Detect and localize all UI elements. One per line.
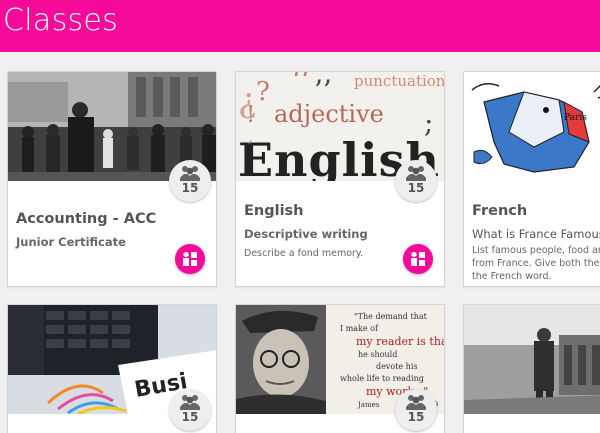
member-count-badge: 15 (169, 160, 211, 202)
class-subtitle: What is France Famous (472, 227, 600, 241)
description-line: the French word. (472, 271, 552, 282)
member-count: 15 (181, 181, 199, 195)
member-count: 15 (407, 410, 425, 424)
class-subtitle: Junior Certificate (16, 235, 126, 249)
class-card-business[interactable]: Busi 15 (7, 304, 217, 433)
svg-text:!: ! (246, 102, 255, 128)
classes-page: Classes 15 Accounting - ACC Junior Certi… (0, 0, 600, 433)
member-count-badge: 15 (169, 389, 211, 431)
class-title: English (244, 203, 304, 219)
add-to-dashboard-button[interactable] (403, 244, 433, 274)
add-to-dashboard-button[interactable] (175, 244, 205, 274)
svg-text:?: ? (256, 77, 270, 107)
quote-line: "The demand that (354, 312, 428, 321)
class-card-accounting[interactable]: 15 Accounting - ACC Junior Certificate (7, 71, 217, 287)
member-count-badge: 15 (395, 389, 437, 431)
image-word-paris: Paris (564, 113, 587, 123)
quote-line: I make of (340, 324, 379, 333)
quote-line: he should (358, 350, 397, 359)
description-line: from France. Give both the F (472, 258, 600, 269)
class-card-french[interactable]: Paris French What is France Famous List … (463, 71, 600, 287)
image-word-punctuation: punctuation (354, 72, 444, 90)
add-dashboard-icon (411, 252, 425, 266)
description-line: List famous people, food an (472, 245, 600, 256)
member-count: 15 (181, 410, 199, 424)
page-title: Classes (3, 3, 119, 38)
class-card-literature[interactable]: "The demand that I make of my reader is … (235, 304, 445, 433)
app-header: Classes (0, 0, 600, 52)
add-dashboard-icon (183, 252, 197, 266)
quote-line: James (357, 401, 380, 409)
people-icon (180, 166, 200, 181)
class-card-english[interactable]: ¿ ? ‘‘ ’’ punctuation ! adjective ; Engl… (235, 71, 445, 287)
svg-text:,: , (248, 130, 252, 146)
class-description: Describe a fond memory. (244, 248, 364, 259)
class-image-history (464, 305, 600, 414)
svg-text:‘‘: ‘‘ (292, 72, 310, 97)
image-word-adjective: adjective (274, 100, 384, 128)
people-icon (406, 395, 426, 410)
quote-line: devote his (376, 362, 418, 371)
quote-line: my reader is that (356, 335, 444, 348)
class-title: Accounting - ACC (16, 211, 157, 227)
quote-line: whole life to reading (340, 374, 424, 383)
class-description: List famous people, food an from France.… (472, 244, 600, 283)
member-count-badge: 15 (395, 160, 437, 202)
people-icon (406, 166, 426, 181)
class-subtitle: Descriptive writing (244, 227, 368, 241)
class-image-french: Paris (464, 72, 600, 181)
class-card-history[interactable] (463, 304, 600, 433)
class-title: French (472, 203, 528, 219)
people-icon (180, 395, 200, 410)
member-count: 15 (407, 181, 425, 195)
